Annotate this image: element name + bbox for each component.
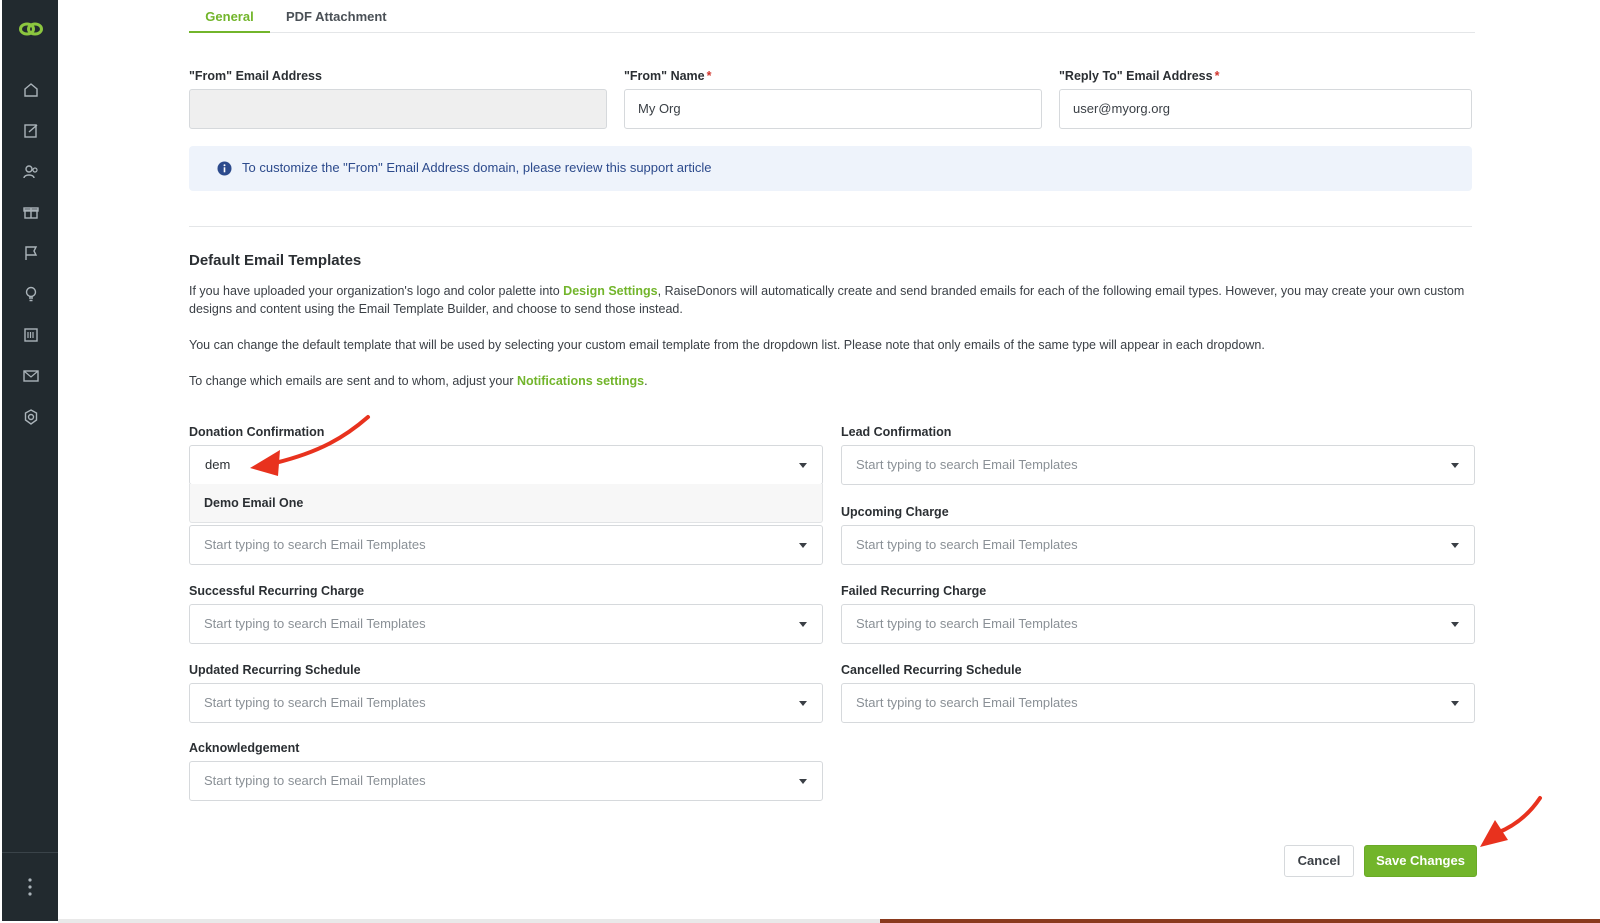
- chevron-down-icon: [1451, 622, 1459, 627]
- design-settings-link[interactable]: Design Settings: [563, 284, 657, 298]
- section-divider: [189, 226, 1472, 227]
- chevron-down-icon: [799, 701, 807, 706]
- required-mark: *: [1214, 69, 1220, 83]
- donation-confirmation-typed: dem: [205, 457, 231, 472]
- window-bottom-edge-accent: [880, 919, 1600, 923]
- info-banner: To customize the "From" Email Address do…: [189, 146, 1472, 191]
- placeholder-text: Start typing to search Email Templates: [856, 616, 1078, 631]
- annotation-arrow-icon: [1480, 796, 1542, 847]
- chevron-down-icon: [1451, 463, 1459, 468]
- support-article-link[interactable]: To customize the "From" Email Address do…: [242, 160, 711, 175]
- tab-pdf-attachment[interactable]: PDF Attachment: [286, 9, 387, 33]
- settings-icon[interactable]: [22, 408, 40, 426]
- lead-confirmation-select[interactable]: Start typing to search Email Templates: [841, 445, 1475, 485]
- from-email-field: [189, 89, 607, 129]
- chevron-down-icon: [799, 779, 807, 784]
- sidebar: [2, 0, 58, 921]
- tab-bar: General PDF Attachment: [189, 0, 1475, 33]
- donation-confirmation-dropdown: Demo Email One: [189, 484, 823, 523]
- notifications-paragraph: To change which emails are sent and to w…: [189, 374, 648, 388]
- notifications-settings-link[interactable]: Notifications settings: [517, 374, 644, 388]
- successful-recurring-label: Successful Recurring Charge: [189, 584, 365, 598]
- section-title: Default Email Templates: [189, 252, 362, 269]
- acknowledgement-label: Acknowledgement: [189, 741, 300, 755]
- placeholder-text: Start typing to search Email Templates: [204, 537, 426, 552]
- placeholder-text: Start typing to search Email Templates: [856, 457, 1078, 472]
- gift-icon[interactable]: [22, 203, 40, 221]
- successful-recurring-select[interactable]: Start typing to search Email Templates: [189, 604, 823, 644]
- annotation-arrow-icon: [250, 415, 370, 476]
- lightbulb-icon[interactable]: [22, 285, 40, 303]
- acknowledgement-select[interactable]: Start typing to search Email Templates: [189, 761, 823, 801]
- chevron-down-icon: [1451, 543, 1459, 548]
- cancelled-recurring-label: Cancelled Recurring Schedule: [841, 663, 1022, 677]
- upcoming-charge-label: Upcoming Charge: [841, 505, 949, 519]
- chevron-down-icon: [799, 622, 807, 627]
- chevron-down-icon: [1451, 701, 1459, 706]
- required-mark: *: [706, 69, 712, 83]
- users-icon[interactable]: [22, 163, 40, 181]
- edit-form-icon[interactable]: [22, 122, 40, 140]
- placeholder-text: Start typing to search Email Templates: [204, 616, 426, 631]
- updated-recurring-select[interactable]: Start typing to search Email Templates: [189, 683, 823, 723]
- lead-confirmation-label: Lead Confirmation: [841, 425, 952, 439]
- home-icon[interactable]: [22, 81, 40, 99]
- dropdown-info-paragraph: You can change the default template that…: [189, 338, 1265, 352]
- from-name-field[interactable]: My Org: [624, 89, 1042, 129]
- placeholder-text: Start typing to search Email Templates: [856, 537, 1078, 552]
- failed-recurring-label: Failed Recurring Charge: [841, 584, 987, 598]
- email-template-select[interactable]: Start typing to search Email Templates: [189, 525, 823, 565]
- vertical-dots-icon[interactable]: [26, 877, 34, 897]
- from-email-label: "From" Email Address: [189, 69, 322, 83]
- placeholder-text: Start typing to search Email Templates: [204, 695, 426, 710]
- cancel-button[interactable]: Cancel: [1284, 845, 1354, 877]
- chevron-down-icon: [799, 463, 807, 468]
- cancelled-recurring-select[interactable]: Start typing to search Email Templates: [841, 683, 1475, 723]
- reply-to-label: "Reply To" Email Address *: [1059, 69, 1220, 83]
- mail-check-icon[interactable]: [22, 367, 40, 385]
- info-icon: [217, 161, 232, 176]
- barcode-icon[interactable]: [22, 326, 40, 344]
- failed-recurring-select[interactable]: Start typing to search Email Templates: [841, 604, 1475, 644]
- save-changes-button[interactable]: Save Changes: [1364, 845, 1477, 877]
- reply-to-field[interactable]: user@myorg.org: [1059, 89, 1472, 129]
- updated-recurring-label: Updated Recurring Schedule: [189, 663, 361, 677]
- tab-general[interactable]: General: [189, 9, 270, 33]
- intro-paragraph: If you have uploaded your organization's…: [189, 284, 1465, 316]
- dropdown-option[interactable]: Demo Email One: [204, 496, 303, 510]
- chevron-down-icon: [799, 543, 807, 548]
- link-logo-icon[interactable]: [19, 19, 43, 39]
- sidebar-divider: [2, 852, 58, 853]
- placeholder-text: Start typing to search Email Templates: [856, 695, 1078, 710]
- flag-icon[interactable]: [22, 244, 40, 262]
- upcoming-charge-select[interactable]: Start typing to search Email Templates: [841, 525, 1475, 565]
- from-name-label: "From" Name *: [624, 69, 712, 83]
- placeholder-text: Start typing to search Email Templates: [204, 773, 426, 788]
